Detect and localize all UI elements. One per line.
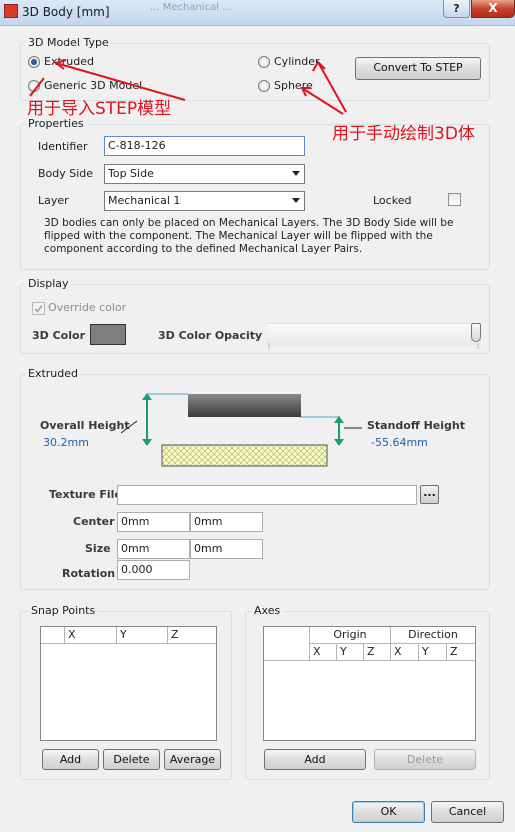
standoff-height-arrow xyxy=(334,416,344,446)
axes-origin-x: X xyxy=(310,644,337,661)
axes-add-button[interactable]: Add xyxy=(264,749,366,770)
3d-color-swatch[interactable] xyxy=(90,324,126,345)
size-y-input[interactable]: 0mm xyxy=(190,539,263,559)
center-label: Center xyxy=(73,515,115,528)
chevron-down-icon xyxy=(292,171,300,176)
snap-points-group-title: Snap Points xyxy=(28,604,99,617)
snap-average-button[interactable]: Average xyxy=(164,749,221,770)
locked-label: Locked xyxy=(373,194,412,207)
body-side-label: Body Side xyxy=(38,167,94,180)
size-x-input[interactable]: 0mm xyxy=(117,539,190,559)
snap-header-y: Y xyxy=(117,627,168,644)
size-label: Size xyxy=(85,542,111,555)
axes-header-blank xyxy=(264,627,310,661)
layer-select[interactable]: Mechanical 1 xyxy=(104,191,305,211)
overall-height-label: Overall Height xyxy=(40,419,130,432)
opacity-slider[interactable] xyxy=(267,323,481,349)
component-body xyxy=(188,394,301,417)
identifier-input[interactable]: C-818-126 xyxy=(104,136,305,156)
body-side-select[interactable]: Top Side xyxy=(104,164,305,184)
extrusion-diagram xyxy=(120,393,362,467)
axes-table[interactable]: Origin Direction X Y Z X Y Z xyxy=(263,626,476,741)
checkmark-icon xyxy=(34,305,43,313)
layer-label: Layer xyxy=(38,194,69,207)
center-x-input[interactable]: 0mm xyxy=(117,512,190,532)
axes-origin-z: Z xyxy=(364,644,391,661)
3d-color-label: 3D Color xyxy=(32,329,85,342)
overall-height-arrow xyxy=(142,393,152,446)
axes-header-origin: Origin xyxy=(310,627,391,644)
axes-direction-x: X xyxy=(391,644,419,661)
arrow-to-cylinder xyxy=(317,61,347,113)
axes-direction-z: Z xyxy=(447,644,475,661)
axes-group-title: Axes xyxy=(251,604,284,617)
chevron-down-icon xyxy=(292,198,300,203)
rotation-label: Rotation xyxy=(62,567,116,580)
snap-points-table[interactable]: X Y Z xyxy=(40,626,217,741)
browse-texture-button[interactable]: ... xyxy=(420,485,439,504)
identifier-label: Identifier xyxy=(38,140,88,153)
arrow-to-sphere xyxy=(301,87,344,115)
snap-delete-button[interactable]: Delete xyxy=(103,749,160,770)
locked-checkbox[interactable] xyxy=(448,193,461,206)
annotation-import-step: 用于导入STEP模型 xyxy=(27,99,172,119)
standoff-height-label: Standoff Height xyxy=(367,419,466,432)
snap-header-z: Z xyxy=(168,627,216,644)
ok-button[interactable]: OK xyxy=(352,801,425,823)
opacity-slider-thumb[interactable] xyxy=(471,323,481,342)
standoff-height-value[interactable]: -55.64mm xyxy=(371,436,428,449)
center-y-input[interactable]: 0mm xyxy=(190,512,263,532)
board-surface xyxy=(161,444,328,467)
texture-file-input[interactable] xyxy=(117,485,417,505)
rotation-input[interactable]: 0.000 xyxy=(117,560,190,580)
slider-ticks xyxy=(267,339,481,349)
snap-add-button[interactable]: Add xyxy=(42,749,99,770)
override-color-label: Override color xyxy=(48,301,127,314)
override-color-checkbox[interactable] xyxy=(32,302,45,315)
axes-delete-button[interactable]: Delete xyxy=(374,749,476,770)
3d-color-opacity-label: 3D Color Opacity xyxy=(158,329,263,342)
snap-header-x: X xyxy=(65,627,117,644)
overall-height-value[interactable]: 30.2mm xyxy=(43,436,89,449)
axes-origin-y: Y xyxy=(337,644,364,661)
axes-direction-y: Y xyxy=(419,644,447,661)
display-group-title: Display xyxy=(25,277,72,290)
properties-group-title: Properties xyxy=(25,117,87,130)
cancel-button[interactable]: Cancel xyxy=(431,801,504,823)
layer-value: Mechanical 1 xyxy=(108,194,181,207)
extruded-group-title: Extruded xyxy=(25,367,81,380)
layer-note: 3D bodies can only be placed on Mechanic… xyxy=(44,217,454,255)
body-side-value: Top Side xyxy=(108,167,154,180)
snap-header-blank xyxy=(41,627,65,644)
texture-file-label: Texture File xyxy=(49,488,122,501)
axes-header-direction: Direction xyxy=(391,627,475,644)
